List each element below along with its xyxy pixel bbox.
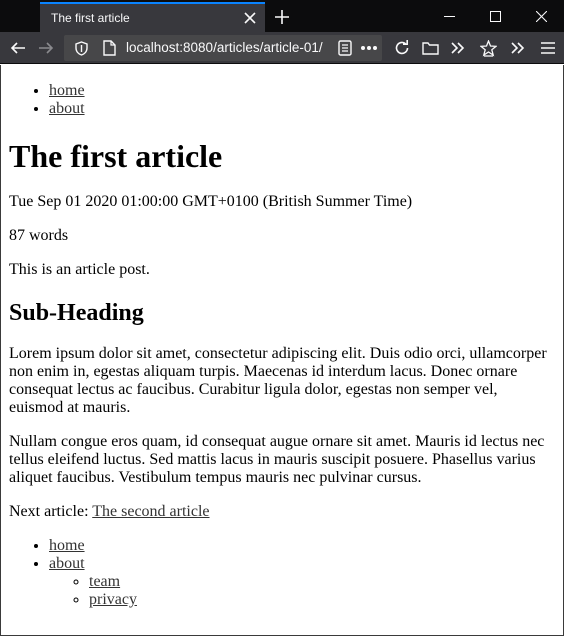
url-bar[interactable]: localhost:8080/articles/article-01/ (64, 35, 382, 61)
footer-link-home[interactable]: home (49, 537, 85, 554)
word-count: 87 words (9, 227, 69, 244)
browser-tab[interactable]: The first article (40, 2, 265, 32)
back-icon[interactable] (6, 36, 30, 60)
sub-heading: Sub-Heading (9, 300, 144, 326)
nav-link-about[interactable]: about (49, 100, 85, 117)
extensions-overflow-icon[interactable] (506, 36, 530, 60)
nav-item-about: about (49, 100, 555, 118)
footer-item-team: team (89, 573, 555, 591)
nav-link-home[interactable]: home (49, 82, 85, 99)
overflow-icon[interactable] (446, 36, 470, 60)
next-article: Next article: The second article (9, 503, 555, 521)
footer-link-team[interactable]: team (89, 573, 120, 590)
folder-icon[interactable] (418, 36, 442, 60)
footer-link-about[interactable]: about (49, 555, 85, 572)
minimize-icon[interactable] (426, 0, 472, 32)
footer-subnav: team privacy (49, 573, 555, 609)
title-bar: The first article (0, 0, 564, 32)
footer-nav: home about team privacy (9, 537, 555, 609)
page-content: home about The first article Tue Sep 01 … (0, 65, 564, 636)
footer-item-privacy: privacy (89, 591, 555, 609)
paragraph: Lorem ipsum dolor sit amet, consectetur … (9, 345, 547, 416)
forward-icon[interactable] (34, 36, 58, 60)
nav-item-home: home (49, 82, 555, 100)
new-tab-icon[interactable] (268, 4, 296, 30)
shield-icon[interactable] (72, 39, 90, 57)
article-title: The first article (9, 138, 223, 174)
menu-icon[interactable] (536, 36, 560, 60)
tab-close-icon[interactable] (235, 3, 265, 33)
header-nav: home about (9, 82, 555, 118)
bookmark-star-icon[interactable] (476, 36, 500, 60)
footer-item-about: about team privacy (49, 555, 555, 609)
maximize-icon[interactable] (472, 0, 518, 32)
more-icon[interactable] (360, 39, 378, 57)
url-text[interactable]: localhost:8080/articles/article-01/ (126, 40, 338, 55)
window-close-icon[interactable] (518, 0, 564, 32)
page-icon[interactable] (100, 39, 118, 57)
next-article-label: Next article: (9, 503, 89, 520)
nav-bar: localhost:8080/articles/article-01/ (0, 32, 564, 64)
footer-item-home: home (49, 537, 555, 555)
article-date: Tue Sep 01 2020 01:00:00 GMT+0100 (Briti… (9, 193, 413, 210)
tab-title: The first article (51, 11, 130, 25)
article-intro: This is an article post. (9, 261, 150, 278)
reload-icon[interactable] (390, 36, 414, 60)
paragraph: Nullam congue eros quam, id consequat au… (9, 433, 545, 486)
footer-link-privacy[interactable]: privacy (89, 591, 137, 608)
reader-mode-icon[interactable] (336, 39, 354, 57)
next-article-link[interactable]: The second article (92, 503, 209, 520)
